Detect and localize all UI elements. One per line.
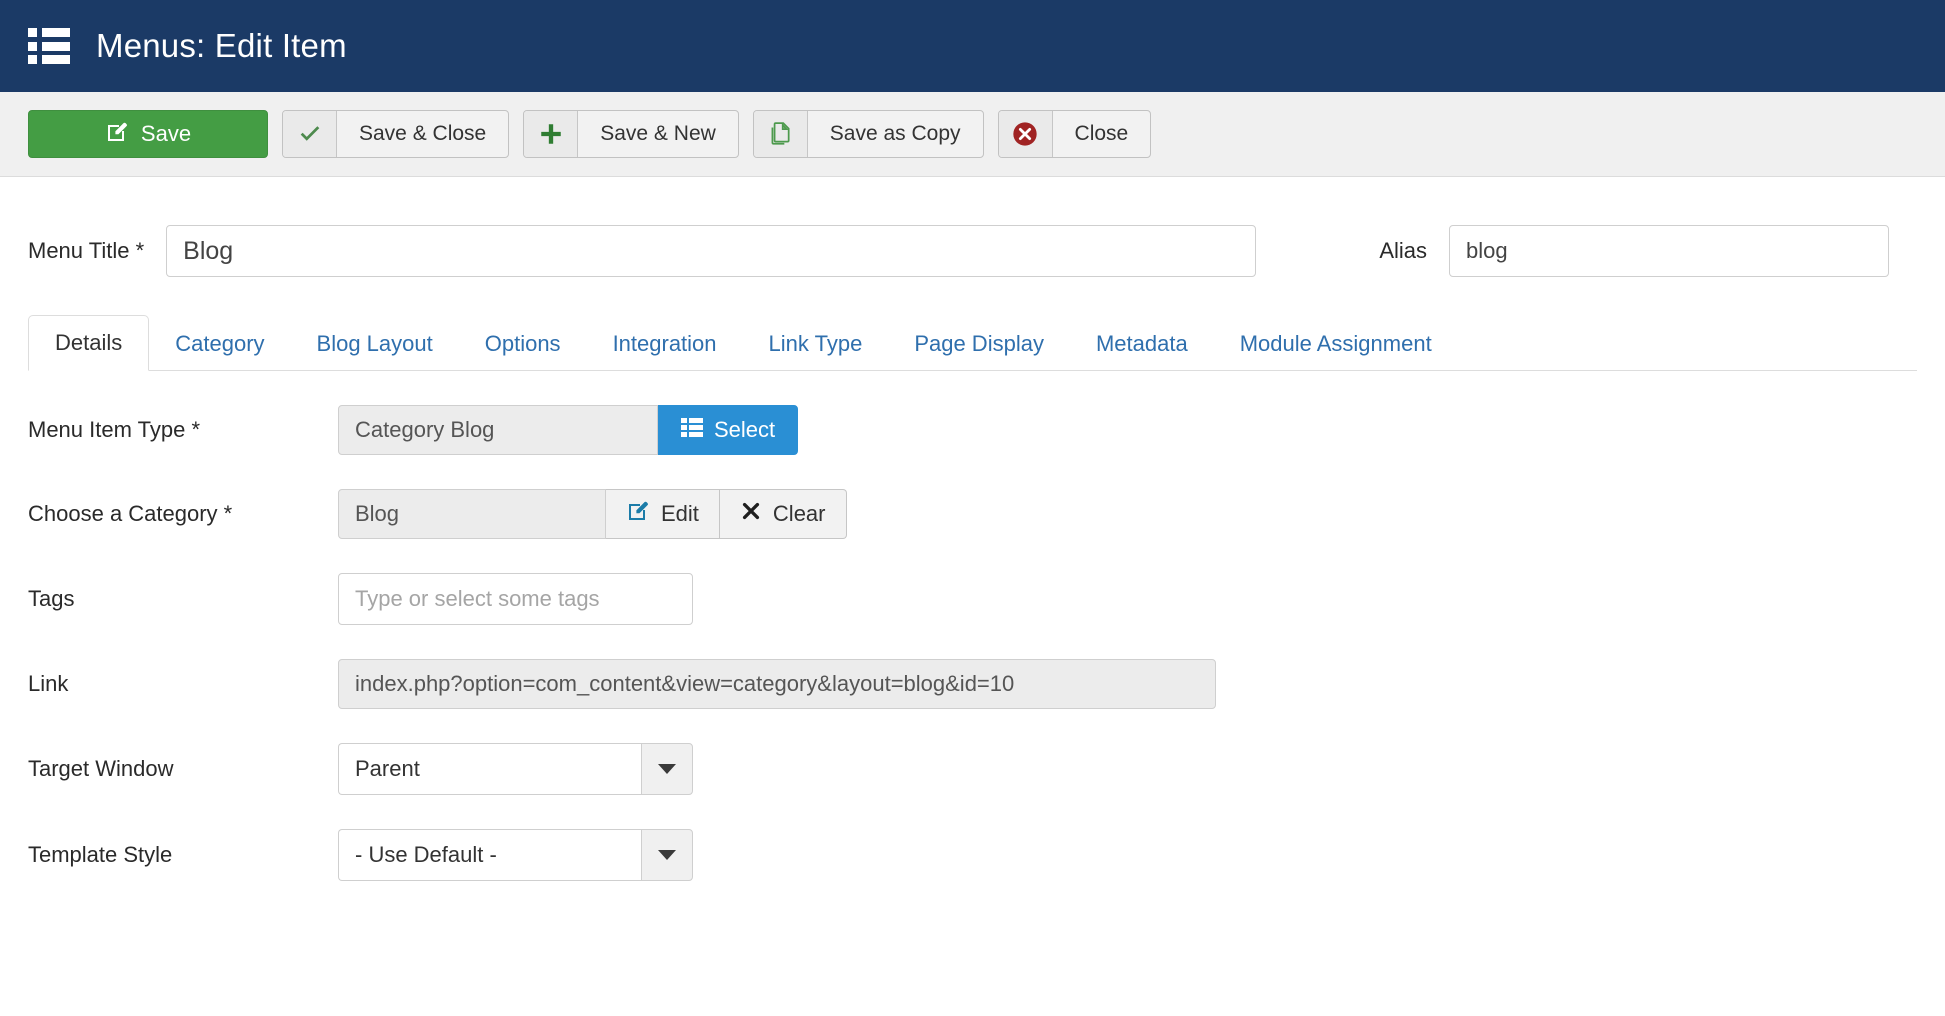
tab-blog-layout[interactable]: Blog Layout	[291, 317, 459, 371]
tab-category[interactable]: Category	[149, 317, 290, 371]
target-window-row: Target Window Parent	[28, 743, 1917, 795]
tags-label: Tags	[28, 586, 338, 612]
copy-icon	[754, 111, 808, 157]
tab-options[interactable]: Options	[459, 317, 587, 371]
choose-category-value: Blog	[338, 489, 606, 539]
tab-page-display[interactable]: Page Display	[888, 317, 1070, 371]
tab-bar: Details Category Blog Layout Options Int…	[28, 315, 1917, 371]
tab-details[interactable]: Details	[28, 315, 149, 371]
save-and-new-label: Save & New	[578, 111, 738, 157]
list-icon	[681, 417, 703, 443]
choose-category-row: Choose a Category * Blog Edit Clear	[28, 489, 1917, 539]
x-icon	[740, 500, 762, 528]
template-style-value: - Use Default -	[338, 829, 641, 881]
target-window-select[interactable]: Parent	[338, 743, 693, 795]
alias-input[interactable]: blog	[1449, 225, 1889, 277]
save-as-copy-button[interactable]: Save as Copy	[753, 110, 984, 158]
tab-metadata[interactable]: Metadata	[1070, 317, 1214, 371]
link-value: index.php?option=com_content&view=catego…	[338, 659, 1216, 709]
menu-item-type-label: Menu Item Type *	[28, 417, 338, 443]
tags-input[interactable]: Type or select some tags	[338, 573, 693, 625]
link-label: Link	[28, 671, 338, 697]
menu-item-type-value: Category Blog	[338, 405, 658, 455]
save-and-close-button[interactable]: Save & Close	[282, 110, 509, 158]
choose-category-label: Choose a Category *	[28, 501, 338, 527]
page-title: Menus: Edit Item	[96, 27, 347, 65]
target-window-label: Target Window	[28, 756, 338, 782]
menu-title-input[interactable]: Blog	[166, 225, 1256, 277]
close-button[interactable]: Close	[998, 110, 1152, 158]
chevron-down-icon[interactable]	[641, 743, 693, 795]
pencil-square-icon	[626, 499, 650, 529]
save-and-close-label: Save & Close	[337, 111, 508, 157]
plus-icon	[524, 111, 578, 157]
toolbar: Save Save & Close Save & New Save as Cop…	[0, 92, 1945, 177]
alias-group: Alias blog	[1379, 225, 1889, 277]
save-and-new-button[interactable]: Save & New	[523, 110, 739, 158]
pencil-square-icon	[105, 120, 129, 149]
category-edit-button[interactable]: Edit	[606, 489, 720, 539]
target-window-value: Parent	[338, 743, 641, 795]
select-button-label: Select	[714, 417, 775, 443]
page-header: Menus: Edit Item	[0, 0, 1945, 92]
category-clear-button[interactable]: Clear	[720, 489, 847, 539]
category-edit-label: Edit	[661, 501, 699, 527]
template-style-row: Template Style - Use Default -	[28, 829, 1917, 881]
save-as-copy-label: Save as Copy	[808, 111, 983, 157]
chevron-down-icon[interactable]	[641, 829, 693, 881]
template-style-label: Template Style	[28, 842, 338, 868]
tab-integration[interactable]: Integration	[587, 317, 743, 371]
menu-item-type-row: Menu Item Type * Category Blog Select	[28, 405, 1917, 455]
tab-link-type[interactable]: Link Type	[743, 317, 889, 371]
link-row: Link index.php?option=com_content&view=c…	[28, 659, 1917, 709]
tags-row: Tags Type or select some tags	[28, 573, 1917, 625]
alias-label: Alias	[1379, 238, 1427, 264]
close-circle-icon	[999, 111, 1053, 157]
category-clear-label: Clear	[773, 501, 826, 527]
title-alias-row: Menu Title * Blog Alias blog	[28, 225, 1917, 277]
check-icon	[283, 111, 337, 157]
save-button-label: Save	[141, 121, 191, 147]
template-style-select[interactable]: - Use Default -	[338, 829, 693, 881]
menu-item-type-select-button[interactable]: Select	[658, 405, 798, 455]
content-area: Menu Title * Blog Alias blog Details Cat…	[0, 225, 1945, 881]
menu-title-label: Menu Title *	[28, 238, 144, 264]
tab-module-assignment[interactable]: Module Assignment	[1214, 317, 1458, 371]
close-label: Close	[1053, 111, 1151, 157]
save-button[interactable]: Save	[28, 110, 268, 158]
list-icon	[28, 28, 70, 64]
